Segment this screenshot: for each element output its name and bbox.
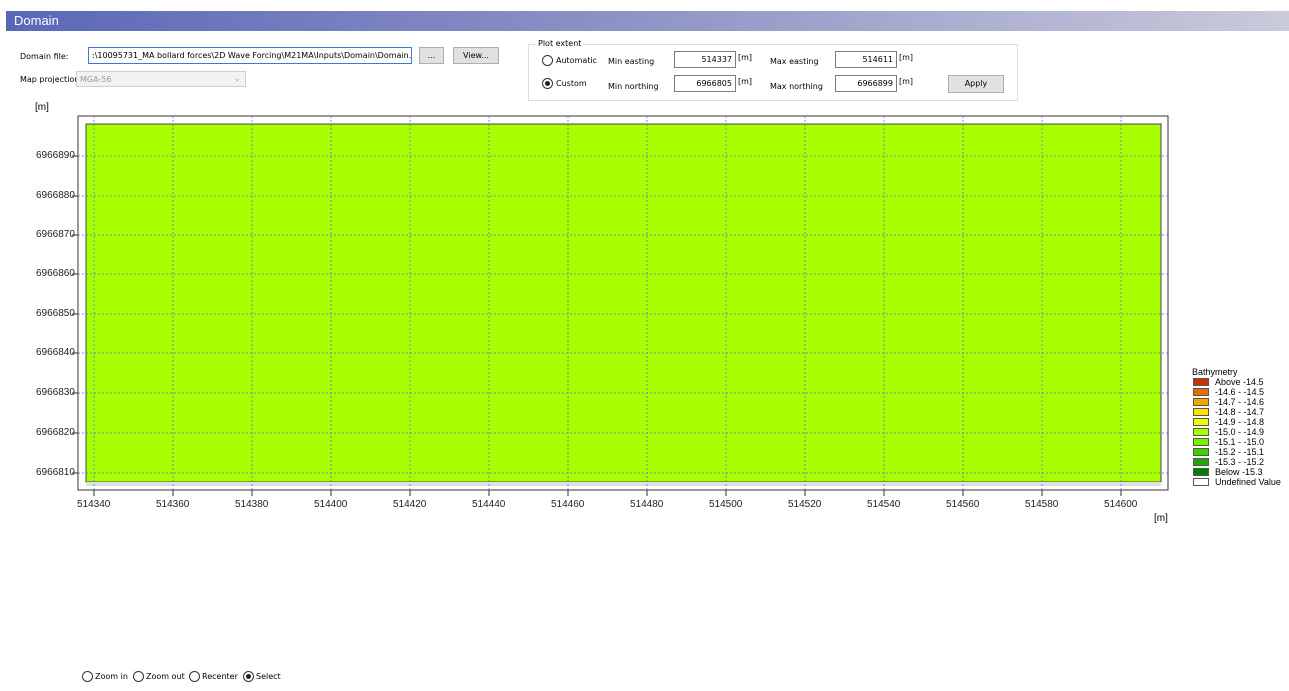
legend-label: -14.6 - -14.5 [1215,387,1265,397]
bathymetry-plot[interactable] [0,0,1289,691]
recenter-radio[interactable] [189,671,200,682]
x-tick-label: 514520 [788,499,822,510]
y-tick-label: 6966860 [36,268,75,279]
legend-label: Undefined Value [1215,477,1281,487]
x-tick-label: 514380 [235,499,269,510]
x-tick-label: 514540 [867,499,901,510]
y-tick-label: 6966880 [36,190,75,201]
y-tick-label: 6966850 [36,308,75,319]
x-tick-label: 514360 [156,499,190,510]
legend-swatch [1193,448,1209,456]
x-tick-label: 514340 [77,499,111,510]
recenter-label: Recenter [202,672,238,681]
legend-label: -14.8 - -14.7 [1215,407,1265,417]
y-tick-label: 6966820 [36,427,75,438]
select-radio[interactable] [243,671,254,682]
select-label: Select [256,672,281,681]
legend-label: -15.1 - -15.0 [1215,437,1265,447]
bathymetry-fill [85,123,1162,483]
x-tick-label: 514600 [1104,499,1138,510]
legend-swatch [1193,458,1209,466]
legend-label: Below -15.3 [1215,467,1263,477]
y-tick-label: 6966890 [36,150,75,161]
legend-swatch [1193,478,1209,486]
legend-swatch [1193,408,1209,416]
y-tick-label: 6966870 [36,229,75,240]
x-tick-label: 514400 [314,499,348,510]
zoom-in-label: Zoom in [95,672,128,681]
legend-label: -15.0 - -14.9 [1215,427,1265,437]
legend-label: -15.2 - -15.1 [1215,447,1265,457]
x-tick-label: 514580 [1025,499,1059,510]
legend-swatch [1193,468,1209,476]
x-tick-label: 514420 [393,499,427,510]
legend-label: Above -14.5 [1215,377,1264,387]
zoom-out-radio[interactable] [133,671,144,682]
legend-title: Bathymetry [1192,367,1238,377]
y-tick-label: 6966810 [36,467,75,478]
legend-swatch [1193,398,1209,406]
x-tick-label: 514460 [551,499,585,510]
legend-swatch [1193,438,1209,446]
legend-label: -14.9 - -14.8 [1215,417,1265,427]
legend-swatch [1193,418,1209,426]
x-tick-label: 514440 [472,499,506,510]
undefined-region [86,482,1161,486]
x-tick-label: 514480 [630,499,664,510]
legend-label: -15.3 - -15.2 [1215,457,1265,467]
legend-swatch [1193,428,1209,436]
y-tick-label: 6966840 [36,347,75,358]
legend-swatch [1193,378,1209,386]
x-tick-label: 514500 [709,499,743,510]
y-tick-label: 6966830 [36,387,75,398]
legend-label: -14.7 - -14.6 [1215,397,1265,407]
legend-swatch [1193,388,1209,396]
x-tick-label: 514560 [946,499,980,510]
zoom-out-label: Zoom out [146,672,185,681]
zoom-in-radio[interactable] [82,671,93,682]
